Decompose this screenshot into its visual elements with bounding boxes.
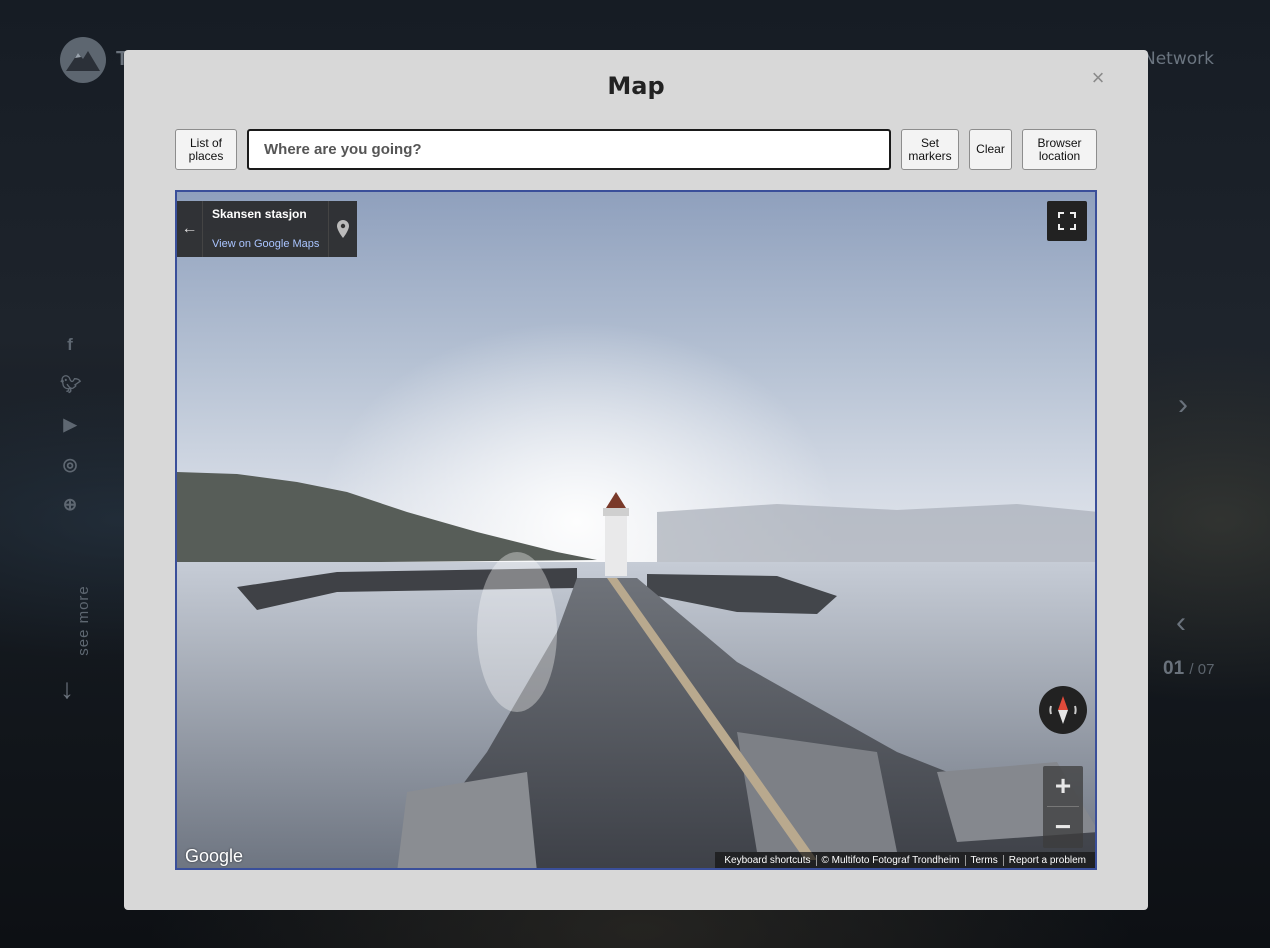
search-field (247, 129, 891, 170)
list-of-places-button[interactable]: List of places (175, 129, 237, 170)
street-view-panorama[interactable]: ← Skansen stasjon View on Google Maps + … (175, 190, 1097, 870)
arrow-down-icon[interactable]: ↓ (60, 673, 74, 705)
site-logo[interactable] (60, 37, 106, 83)
zoom-controls: + − (1043, 766, 1083, 848)
zoom-out-button[interactable]: − (1043, 807, 1083, 847)
browser-location-button[interactable]: Browser location (1022, 129, 1097, 170)
clear-button[interactable]: Clear (969, 129, 1012, 170)
location-info-panel: ← Skansen stasjon View on Google Maps (177, 201, 357, 257)
mountain-icon (66, 51, 100, 71)
nav-item-network[interactable]: Network (1143, 49, 1214, 69)
zoom-in-button[interactable]: + (1043, 766, 1083, 806)
set-markers-button[interactable]: Set markers (901, 129, 959, 170)
youtube-icon[interactable]: ▶ (60, 414, 80, 436)
terms-link[interactable]: Terms (964, 854, 1003, 866)
search-input[interactable] (264, 141, 874, 158)
attribution-bar: Keyboard shortcuts © Multifoto Fotograf … (715, 852, 1095, 868)
view-on-google-maps-link[interactable]: View on Google Maps (212, 238, 319, 250)
chevron-right-icon[interactable]: › (1178, 388, 1188, 422)
google-logo[interactable]: Google (185, 846, 243, 867)
twitter-icon[interactable]: 🐦︎ (60, 374, 82, 396)
social-links: f 🐦︎ ▶ ◎ ⊕ (60, 334, 82, 516)
slide-counter: 01 / 07 (1163, 658, 1214, 680)
slide-total: / 07 (1189, 661, 1215, 678)
fullscreen-icon[interactable] (1047, 201, 1087, 241)
compass-icon[interactable] (1039, 686, 1087, 734)
report-problem-link[interactable]: Report a problem (1002, 854, 1091, 866)
modal-title: Map (607, 72, 665, 100)
slide-current: 01 (1163, 658, 1185, 679)
facebook-icon[interactable]: f (60, 334, 80, 356)
instagram-icon[interactable]: ◎ (60, 454, 80, 476)
see-more-label[interactable]: see more (75, 585, 92, 656)
map-pin-icon[interactable] (328, 201, 357, 257)
back-arrow-icon[interactable]: ← (177, 201, 203, 257)
map-modal: Map × List of places Set markers Clear B… (124, 50, 1148, 910)
dribbble-icon[interactable]: ⊕ (60, 494, 80, 516)
place-name: Skansen stasjon (212, 207, 307, 221)
copyright-text[interactable]: © Multifoto Fotograf Trondheim (815, 854, 965, 866)
close-icon[interactable]: × (1087, 64, 1109, 92)
panorama-image (177, 322, 1095, 868)
keyboard-shortcuts-link[interactable]: Keyboard shortcuts (719, 855, 815, 866)
map-toolbar: List of places Set markers Clear Browser… (175, 129, 1097, 170)
chevron-left-icon[interactable]: ‹ (1176, 606, 1186, 640)
